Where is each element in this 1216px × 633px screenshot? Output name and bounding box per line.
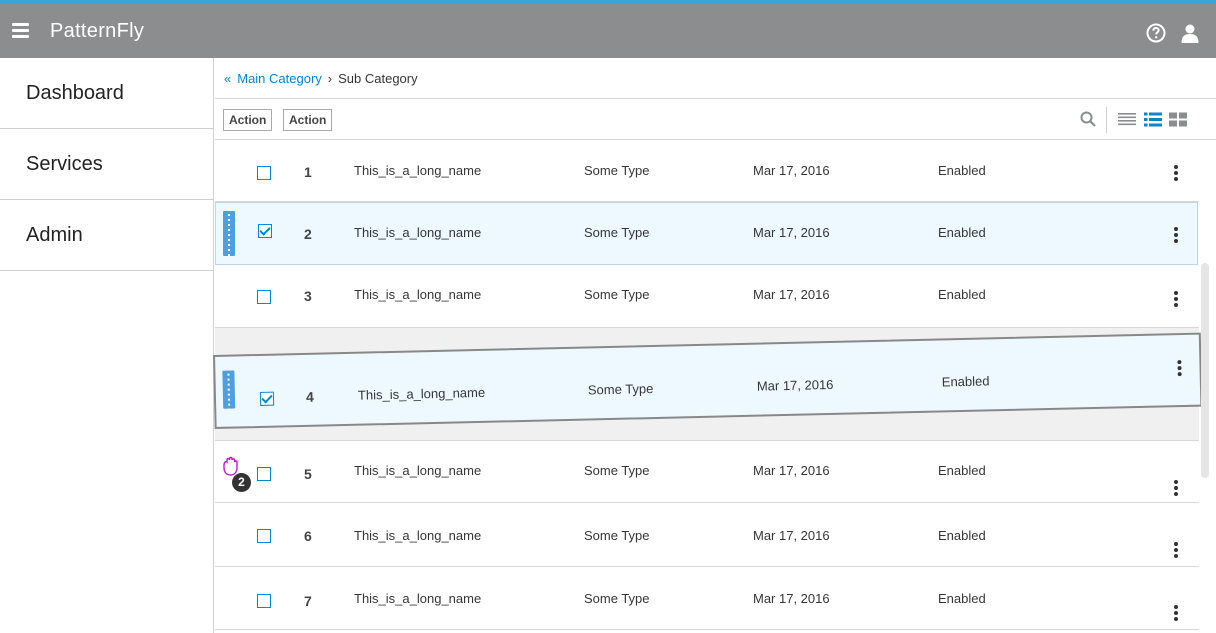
list-item[interactable]: 1 This_is_a_long_name Some Type Mar 17, …	[215, 140, 1199, 202]
row-checkbox[interactable]	[258, 224, 272, 238]
row-date: Mar 17, 2016	[753, 591, 830, 606]
row-status: Enabled	[938, 287, 986, 302]
kebab-menu-icon[interactable]	[1173, 605, 1179, 621]
brand-title[interactable]: PatternFly	[50, 20, 144, 43]
row-name: This_is_a_long_name	[354, 287, 482, 302]
kebab-menu-icon[interactable]	[1173, 291, 1179, 307]
row-number: 6	[304, 528, 312, 544]
row-name: This_is_a_long_name	[354, 225, 482, 240]
row-name: This_is_a_long_name	[354, 463, 482, 478]
list-item[interactable]: 3 This_is_a_long_name Some Type Mar 17, …	[215, 265, 1199, 328]
kebab-menu-icon[interactable]	[1173, 542, 1179, 558]
row-name: This_is_a_long_name	[354, 163, 482, 178]
row-type: Some Type	[584, 463, 650, 478]
action-button-1[interactable]: Action	[223, 109, 273, 131]
kebab-menu-icon[interactable]	[1176, 360, 1182, 377]
row-date: Mar 17, 2016	[753, 225, 830, 240]
row-name: This_is_a_long_name	[354, 591, 482, 606]
action-button-2[interactable]: Action	[283, 109, 333, 131]
list-item[interactable]: 2 This_is_a_long_name Some Type Mar 17, …	[215, 202, 1198, 265]
row-date: Mar 17, 2016	[756, 376, 834, 394]
row-type: Some Type	[587, 381, 654, 398]
row-number: 1	[304, 164, 312, 180]
row-type: Some Type	[584, 591, 650, 606]
scrollbar[interactable]	[1201, 263, 1209, 478]
list-item[interactable]: 5 This_is_a_long_name Some Type Mar 17, …	[215, 441, 1199, 503]
drag-handle-icon[interactable]	[222, 370, 236, 411]
row-type: Some Type	[584, 528, 650, 543]
drag-count-badge: 2	[232, 473, 251, 492]
double-chevron-left-icon[interactable]: «	[224, 71, 231, 86]
row-name: This_is_a_long_name	[354, 528, 482, 543]
row-checkbox[interactable]	[259, 391, 275, 406]
drag-handle-icon[interactable]	[223, 211, 235, 256]
sidebar-item-services[interactable]: Services	[0, 129, 213, 200]
row-date: Mar 17, 2016	[753, 287, 830, 302]
user-icon[interactable]	[1180, 23, 1200, 43]
toolbar: Action Action	[215, 99, 1216, 140]
grid-view-icon[interactable]	[1169, 112, 1187, 127]
sidebar-item-admin[interactable]: Admin	[0, 200, 213, 271]
row-status: Enabled	[938, 463, 986, 478]
sidebar-item-dashboard[interactable]: Dashboard	[0, 58, 213, 129]
row-number: 2	[304, 226, 312, 242]
row-checkbox[interactable]	[257, 166, 271, 180]
row-type: Some Type	[584, 163, 650, 178]
sidebar-item-label: Dashboard	[26, 81, 124, 104]
breadcrumb-main-link[interactable]: Main Category	[237, 71, 322, 86]
hamburger-icon[interactable]	[12, 23, 29, 38]
row-type: Some Type	[584, 287, 650, 302]
row-number: 5	[304, 466, 312, 482]
row-date: Mar 17, 2016	[753, 163, 830, 178]
row-status: Enabled	[941, 373, 990, 390]
row-status: Enabled	[938, 528, 986, 543]
row-date: Mar 17, 2016	[753, 463, 830, 478]
card-list-view-icon[interactable]	[1144, 112, 1162, 127]
breadcrumb: « Main Category › Sub Category	[215, 58, 1216, 99]
row-number: 4	[305, 388, 314, 405]
help-icon[interactable]	[1146, 23, 1166, 43]
kebab-menu-icon[interactable]	[1173, 227, 1179, 243]
row-name: This_is_a_long_name	[357, 384, 486, 403]
sidebar: Dashboard Services Admin	[0, 58, 214, 633]
row-status: Enabled	[938, 591, 986, 606]
list-view: 1 This_is_a_long_name Some Type Mar 17, …	[213, 140, 1203, 633]
search-icon[interactable]	[1080, 111, 1096, 127]
row-checkbox[interactable]	[257, 529, 271, 543]
list-view-icon[interactable]	[1118, 112, 1136, 127]
main-content: « Main Category › Sub Category Action Ac…	[213, 58, 1216, 633]
row-status: Enabled	[938, 163, 986, 178]
row-number: 7	[304, 593, 312, 609]
sidebar-item-label: Admin	[26, 223, 83, 246]
breadcrumb-current: Sub Category	[338, 70, 418, 86]
list-item[interactable]: 7 This_is_a_long_name Some Type Mar 17, …	[215, 567, 1199, 630]
chevron-right-icon: ›	[327, 70, 333, 86]
list-item[interactable]: 6 This_is_a_long_name Some Type Mar 17, …	[215, 503, 1199, 567]
row-type: Some Type	[584, 225, 650, 240]
sidebar-item-label: Services	[26, 152, 103, 175]
kebab-menu-icon[interactable]	[1173, 480, 1179, 496]
row-status: Enabled	[938, 225, 986, 240]
toolbar-divider	[1106, 107, 1107, 133]
row-date: Mar 17, 2016	[753, 528, 830, 543]
masthead: PatternFly	[0, 4, 1216, 58]
kebab-menu-icon[interactable]	[1173, 165, 1179, 181]
row-number: 3	[304, 288, 312, 304]
row-checkbox[interactable]	[257, 594, 271, 608]
row-checkbox[interactable]	[257, 290, 271, 304]
row-checkbox[interactable]	[257, 467, 271, 481]
